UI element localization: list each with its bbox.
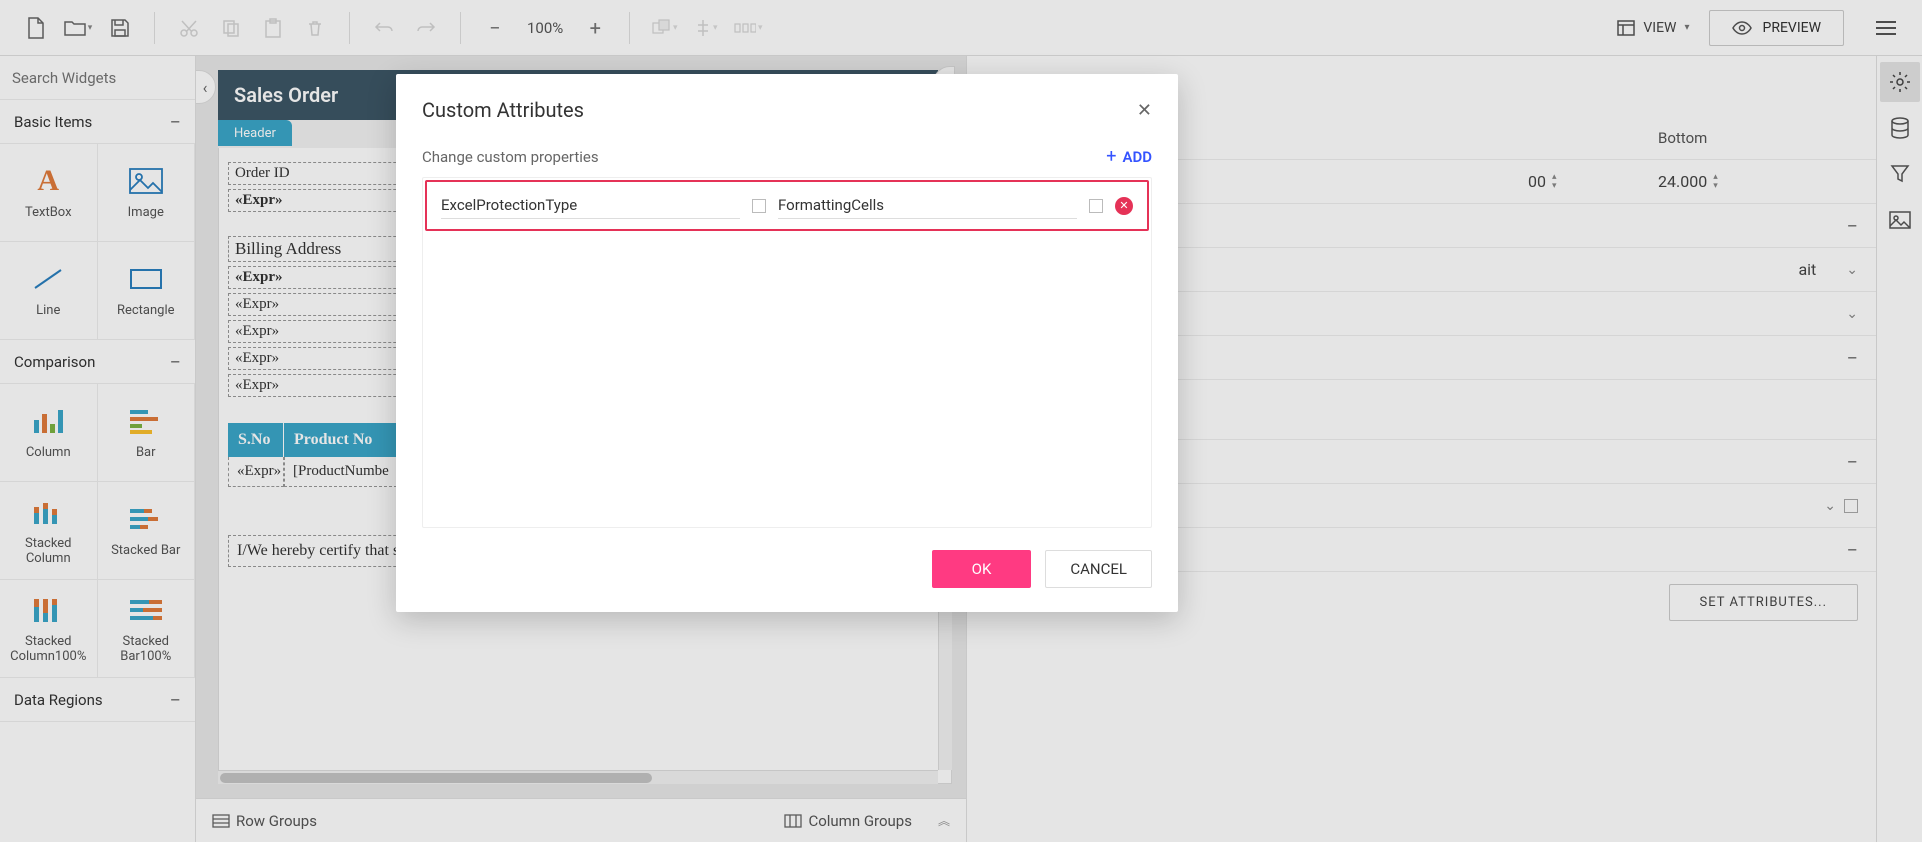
dialog-title: Custom Attributes <box>422 98 584 122</box>
ok-button[interactable]: OK <box>932 550 1032 588</box>
dialog-subtitle: Change custom properties <box>422 148 599 166</box>
fx-toggle[interactable] <box>1089 199 1103 213</box>
attribute-list: ✕ <box>422 177 1152 528</box>
close-icon[interactable]: ✕ <box>1137 100 1152 121</box>
attribute-row: ✕ <box>425 180 1149 231</box>
attr-value-input[interactable] <box>778 192 1077 219</box>
delete-row-icon[interactable]: ✕ <box>1115 197 1133 215</box>
plus-icon: + <box>1106 146 1116 167</box>
custom-attributes-dialog: Custom Attributes ✕ Change custom proper… <box>396 74 1178 612</box>
add-button[interactable]: + ADD <box>1106 146 1152 167</box>
fx-toggle[interactable] <box>752 199 766 213</box>
cancel-button[interactable]: CANCEL <box>1045 550 1152 588</box>
attr-name-input[interactable] <box>441 192 740 219</box>
